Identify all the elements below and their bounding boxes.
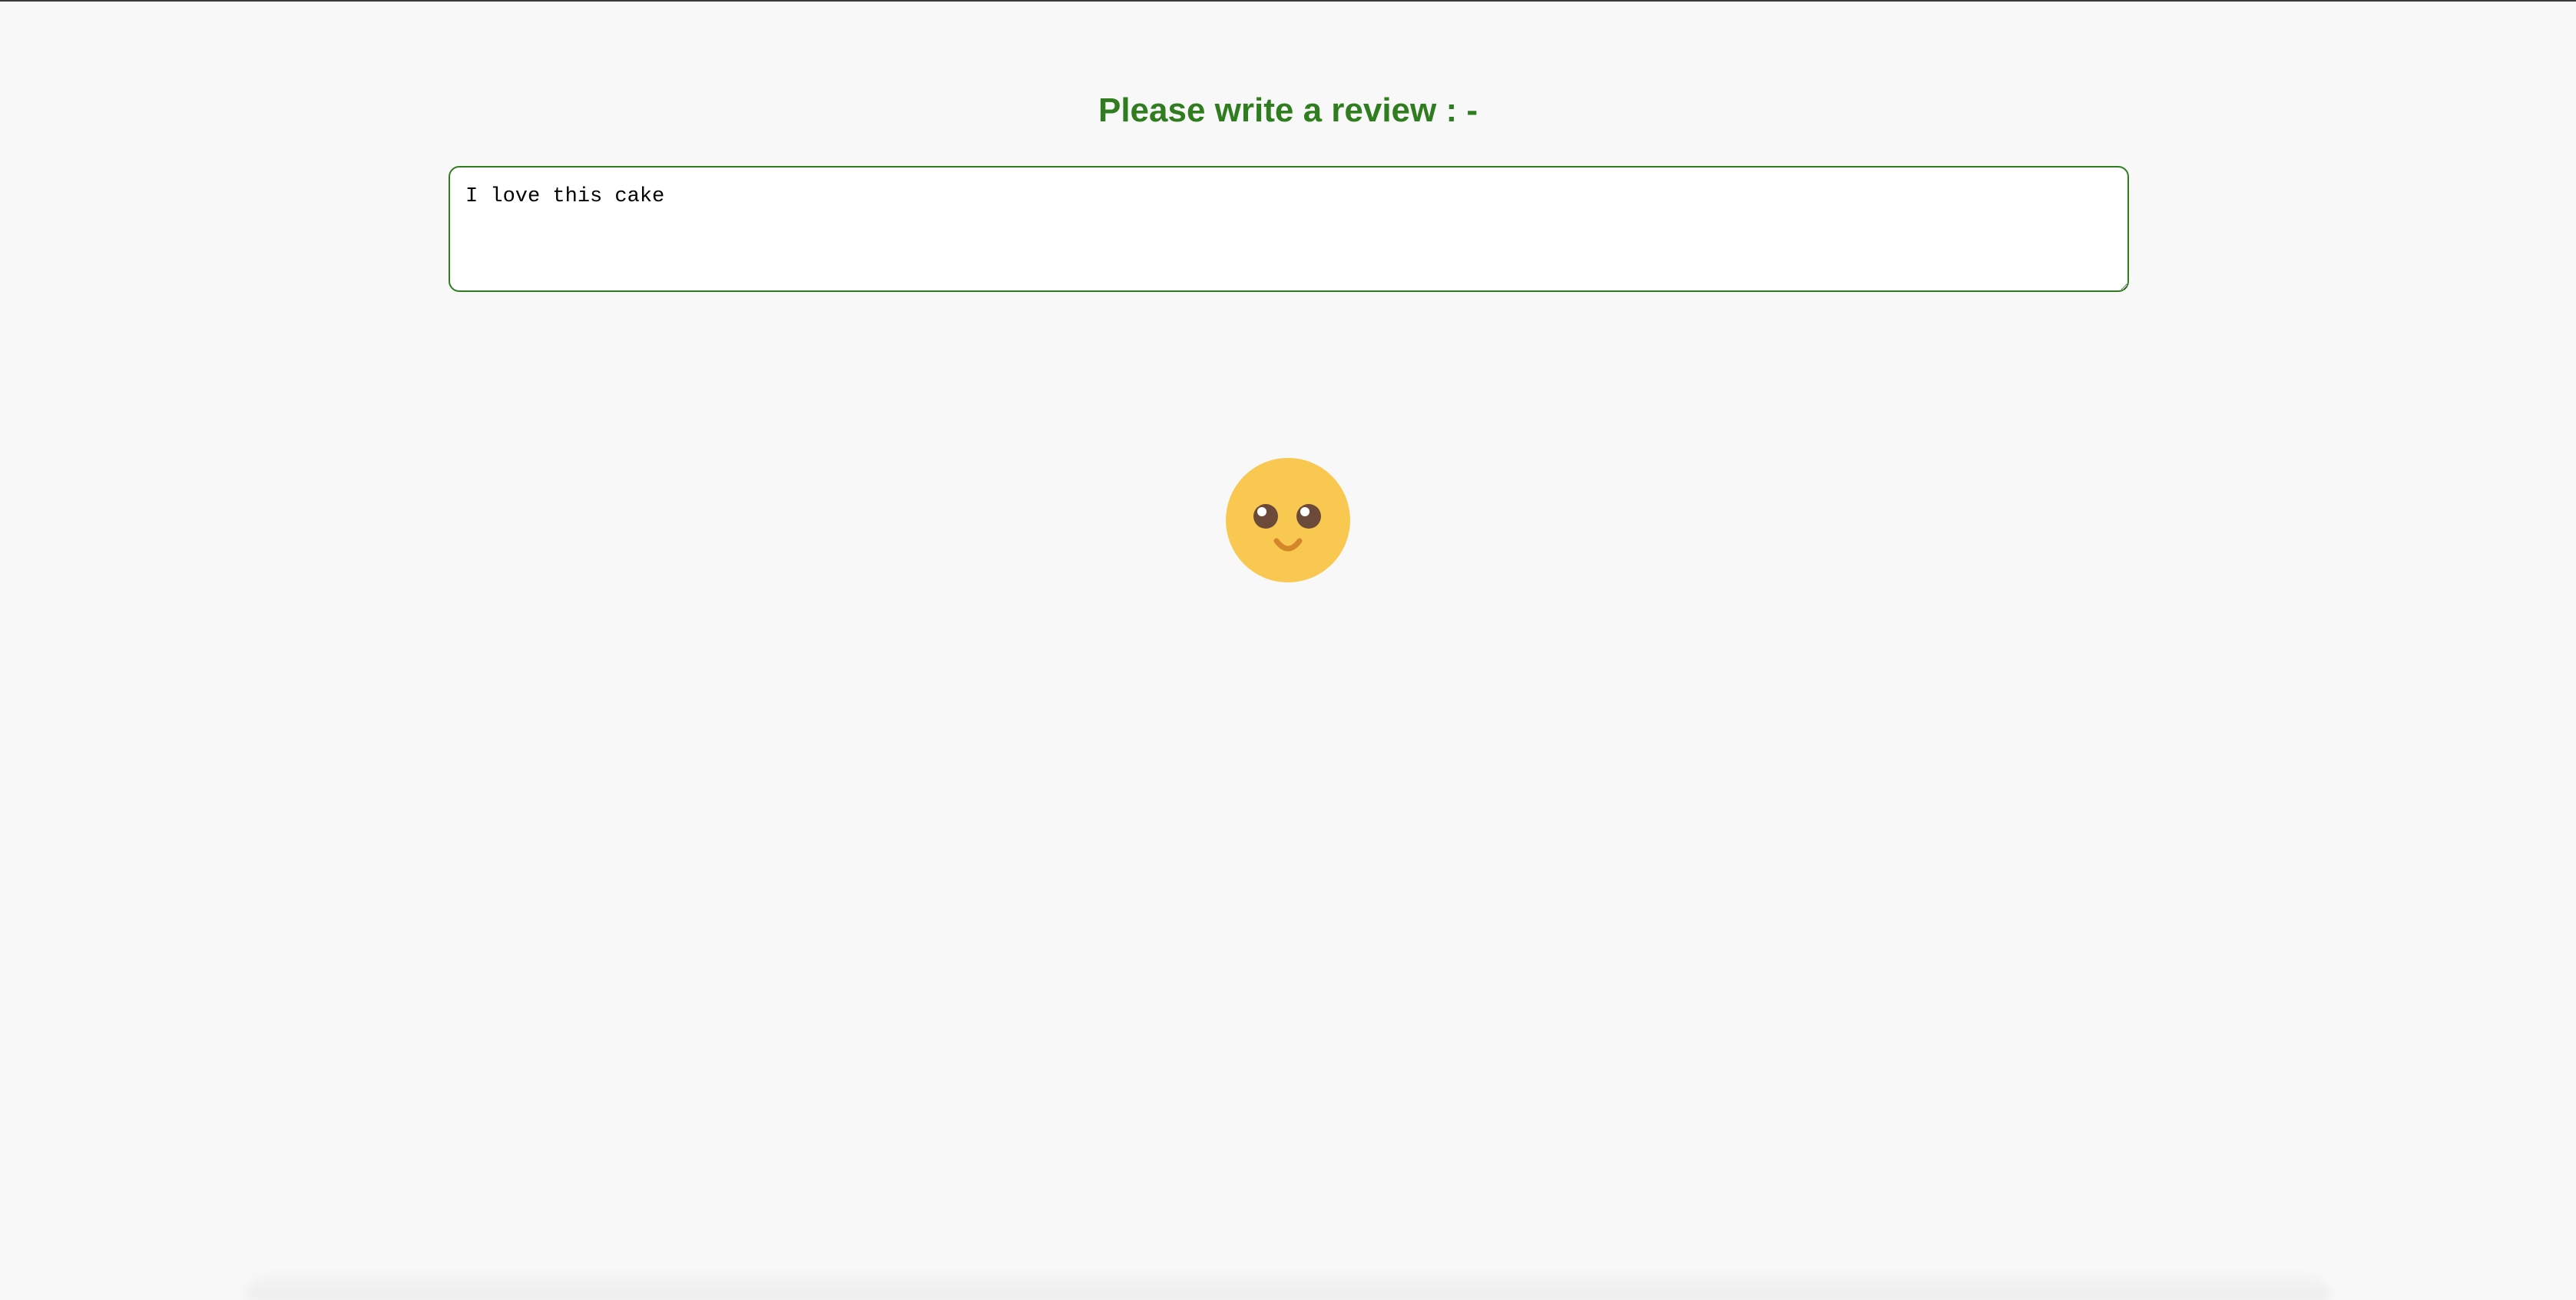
bottom-shadow xyxy=(246,1269,2330,1300)
smiling-face-icon xyxy=(1226,458,1350,582)
emoji-left-eye-highlight xyxy=(1257,507,1266,516)
emoji-face xyxy=(1226,458,1350,582)
review-input[interactable]: I love this cake xyxy=(449,166,2129,292)
page-title: Please write a review : - xyxy=(1098,91,1478,129)
emoji-left-eye xyxy=(1253,504,1278,529)
emoji-right-eye-highlight xyxy=(1300,507,1310,516)
emoji-right-eye xyxy=(1296,504,1321,529)
